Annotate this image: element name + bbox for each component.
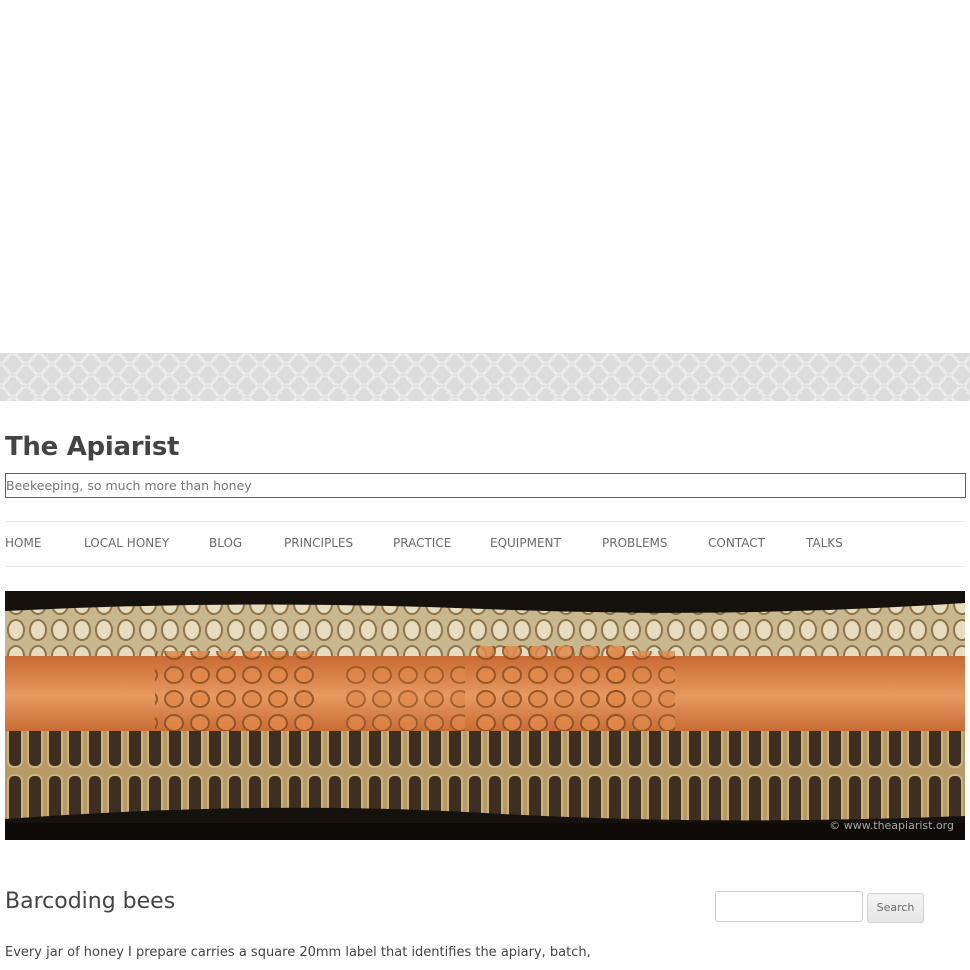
nav-item-practice[interactable]: PRACTICE <box>393 536 451 550</box>
image-copyright: © www.theapiarist.org <box>829 819 954 832</box>
site-tagline: Beekeeping, so much more than honey <box>6 478 252 493</box>
honeycomb-illustration <box>5 591 965 840</box>
hexagon-pattern-banner <box>0 353 970 401</box>
nav-item-problems[interactable]: PROBLEMS <box>602 536 668 550</box>
site-title[interactable]: The Apiarist <box>5 432 179 462</box>
search-input[interactable] <box>715 891 863 922</box>
tagline-focus-box: Beekeeping, so much more than honey <box>5 473 966 498</box>
post-excerpt: Every jar of honey I prepare carries a s… <box>5 945 591 960</box>
search-button[interactable]: Search <box>867 893 924 923</box>
ad-placeholder <box>0 0 970 353</box>
header-image-honeycomb: © www.theapiarist.org <box>5 591 965 840</box>
post-title[interactable]: Barcoding bees <box>5 889 175 914</box>
nav-item-blog[interactable]: BLOG <box>209 536 242 550</box>
nav-item-home[interactable]: HOME <box>5 536 41 550</box>
nav-item-talks[interactable]: TALKS <box>806 536 843 550</box>
nav-item-local-honey[interactable]: LOCAL HONEY <box>84 536 169 550</box>
main-navigation: HOME LOCAL HONEY BLOG PRINCIPLES PRACTIC… <box>5 521 965 567</box>
nav-item-equipment[interactable]: EQUIPMENT <box>490 536 561 550</box>
nav-item-principles[interactable]: PRINCIPLES <box>284 536 353 550</box>
nav-item-contact[interactable]: CONTACT <box>708 536 765 550</box>
